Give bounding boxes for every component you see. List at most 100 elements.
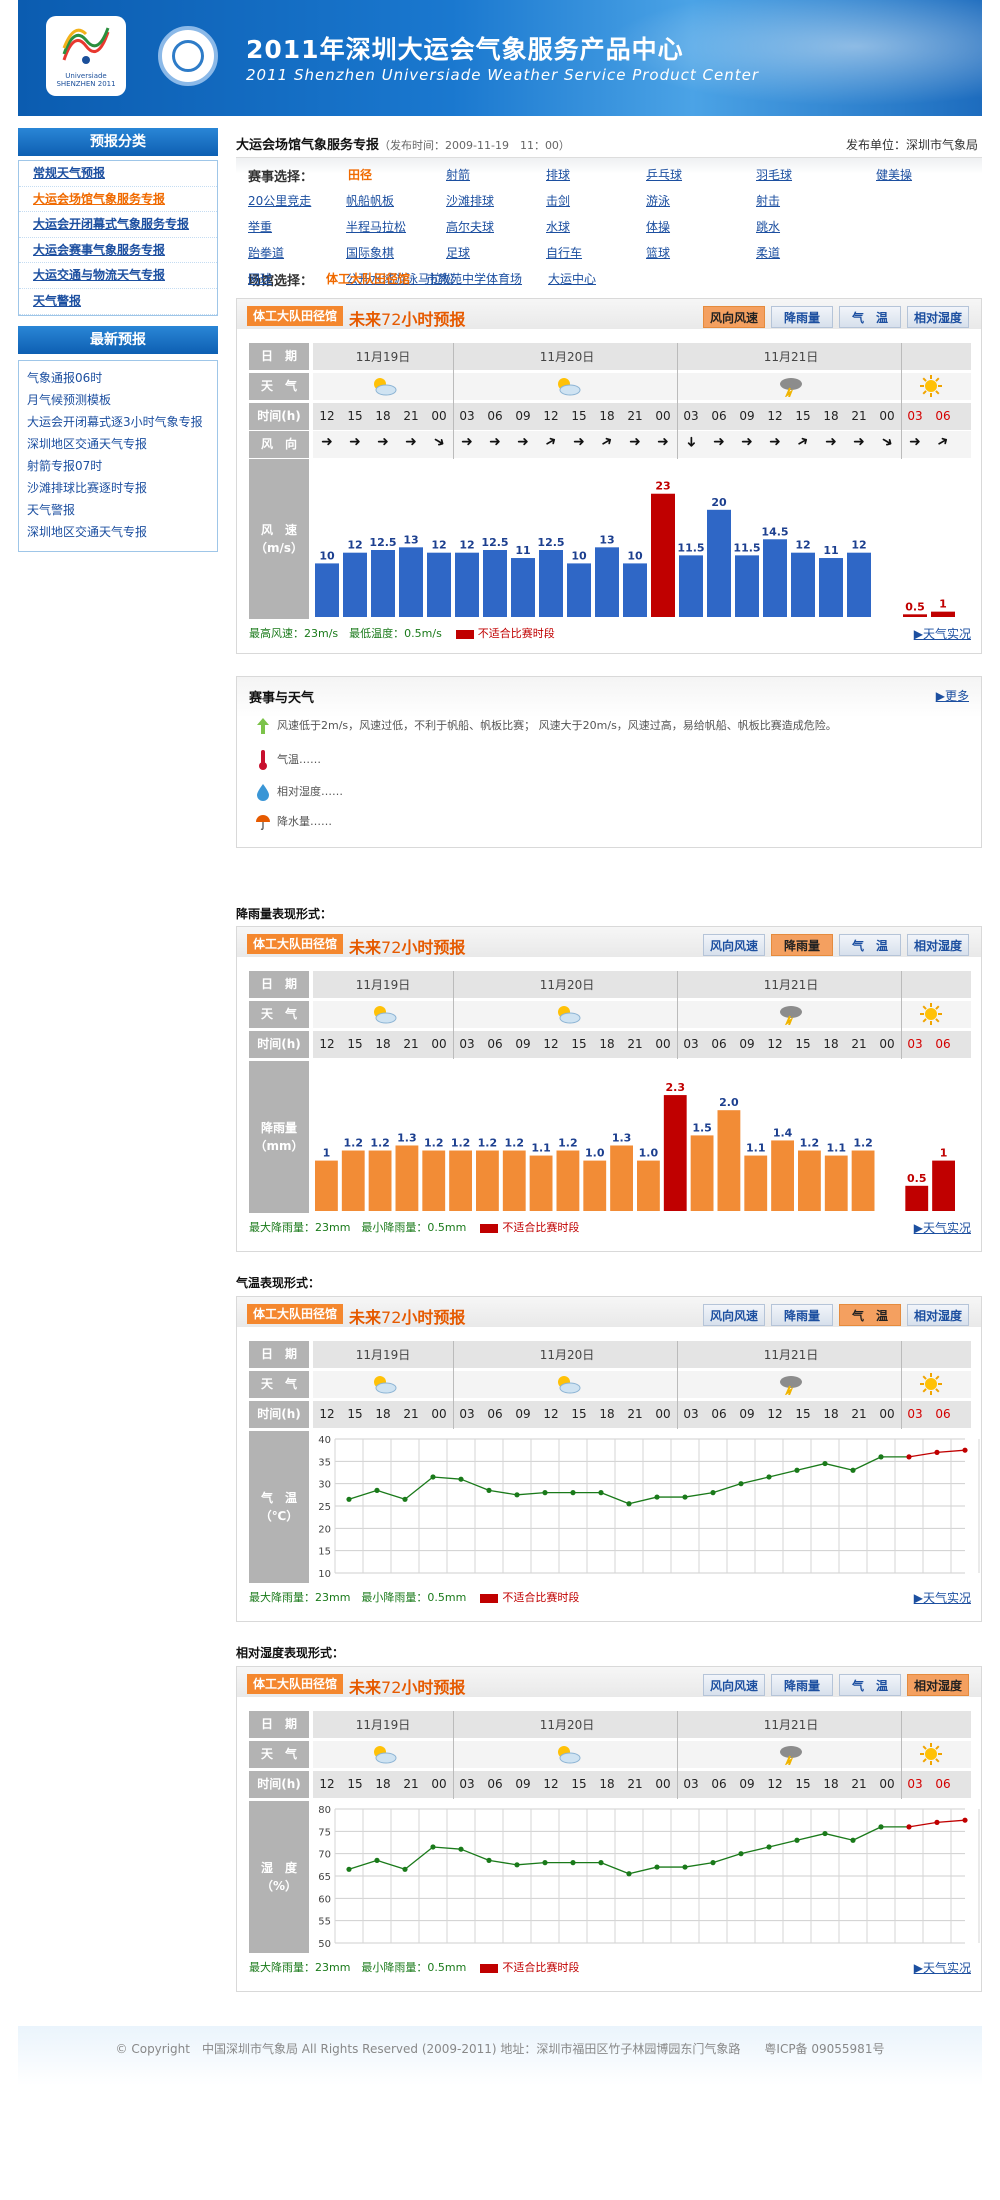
latest-item[interactable]: 气象通报06时 [19,367,217,389]
chart-value-label: 1.1 [531,1142,551,1155]
chart-value-label: 11.5 [677,541,704,554]
event-link[interactable]: 自行车 [546,244,582,261]
event-link[interactable]: 足球 [446,244,470,261]
tab-wind[interactable]: 风向风速 [703,934,765,956]
venue-link[interactable]: 体工大队田径馆 [326,270,410,287]
wind-direction-arrow-icon: ➜ [683,436,699,448]
hour-label: 06 [711,409,727,423]
event-link[interactable]: 体操 [646,218,670,235]
category-item[interactable]: 天气警报 [19,289,217,315]
tab-temp[interactable]: 气 温 [839,1674,901,1696]
day-label: 11月19日 [355,978,411,992]
series-line [684,1491,714,1498]
universiade-logo-text: Universiade SHENZHEN 2011 [56,72,116,88]
weather-live-link[interactable]: ▶天气实况 [914,1959,971,1976]
chart-point [402,1866,408,1872]
latest-item[interactable]: 沙滩排球比赛逐时专报 [19,477,217,499]
event-link[interactable]: 沙滩排球 [446,192,494,209]
event-link[interactable]: 游泳 [646,192,670,209]
event-link[interactable]: 跆拳道 [248,244,284,261]
event-link[interactable]: 帆船帆板 [346,192,394,209]
tab-wind[interactable]: 风向风速 [703,1304,765,1326]
category-item[interactable]: 大运交通与物流天气专报 [19,263,217,289]
event-link[interactable]: 排球 [546,166,570,183]
chart-point [794,1837,800,1843]
chart-bar [932,1160,955,1211]
forecast-title: 未来72小时预报 [349,306,465,330]
chart-value-label: 1.4 [773,1126,793,1139]
hour-label: 00 [879,1407,895,1421]
weather-live-link[interactable]: ▶天气实况 [914,625,971,642]
event-link[interactable]: 射击 [756,192,780,209]
event-link[interactable]: 射箭 [446,166,470,183]
venue-link[interactable]: 大运中心 [548,270,596,287]
event-link[interactable]: 高尔夫球 [446,218,494,235]
chart-point [794,1467,800,1473]
category-item[interactable]: 大运会赛事气象服务专报 [19,238,217,264]
hour-label: 12 [319,1777,335,1791]
event-link[interactable]: 举重 [248,218,272,235]
chart-bar [449,1150,472,1211]
hour-label: 21 [627,1407,643,1421]
tab-rain[interactable]: 降雨量 [771,306,833,328]
series-line [516,1861,546,1866]
category-item[interactable]: 大运会开闭幕式气象服务专报 [19,212,217,238]
event-link[interactable]: 半程马拉松 [346,218,406,235]
event-link[interactable]: 网球 [248,270,272,287]
series-line [740,1846,770,1855]
chart-value-label: 1.2 [344,1137,364,1150]
tab-humidity[interactable]: 相对湿度 [907,1674,969,1696]
row-bg-weather [313,1741,971,1768]
event-link[interactable]: 柔道 [756,244,780,261]
latest-item[interactable]: 天气警报 [19,499,217,521]
tab-humidity[interactable]: 相对湿度 [907,1304,969,1326]
chart-value-label: 1.3 [612,1131,632,1144]
tab-temp[interactable]: 气 温 [839,306,901,328]
category-item[interactable]: 大运会场馆气象服务专报 [19,187,217,213]
event-link[interactable]: 健美操 [876,166,912,183]
event-link[interactable]: 乒乓球 [646,166,682,183]
category-item[interactable]: 常规天气预报 [19,161,217,187]
row-label-weather: 天 气 [249,1371,309,1398]
hour-label: 00 [431,1777,447,1791]
chart-value-label: 1.3 [397,1131,417,1144]
weather-live-link[interactable]: ▶天气实况 [914,1589,971,1606]
hour-label: 18 [823,1407,839,1421]
tab-humidity[interactable]: 相对湿度 [907,934,969,956]
venue-link[interactable]: 市教苑中学体育场 [426,270,522,287]
latest-item[interactable]: 射箭专报07时 [19,455,217,477]
tab-wind[interactable]: 风向风速 [703,1674,765,1696]
event-link[interactable]: 篮球 [646,244,670,261]
latest-item[interactable]: 深圳地区交通天气专报 [19,521,217,543]
latest-item[interactable]: 深圳地区交通天气专报 [19,433,217,455]
weather-live-link[interactable]: ▶天气实况 [914,1219,971,1236]
event-link[interactable]: 击剑 [546,192,570,209]
panel-footnote: 最大降雨量：23mm 最小降雨量：0.5mm 不适合比赛时段 [249,1589,579,1605]
note-temp-text: 气温…… [277,753,321,766]
weather-live-link-label: 天气实况 [922,1961,971,1975]
event-link[interactable]: 跳水 [756,218,780,235]
tab-temp[interactable]: 气 温 [839,934,901,956]
event-label: 赛事选择： [248,170,314,185]
chart-point [906,1824,912,1830]
chart-value-label: 10 [571,549,587,562]
series-line [348,1859,378,1870]
more-link[interactable]: ▶更多 [936,687,969,704]
tab-temp[interactable]: 气 温 [839,1304,901,1326]
event-link[interactable]: 羽毛球 [756,166,792,183]
tab-humidity[interactable]: 相对湿度 [907,306,969,328]
tab-wind[interactable]: 风向风速 [703,306,765,328]
y-tick-label: 65 [318,1872,331,1883]
tab-rain[interactable]: 降雨量 [771,1674,833,1696]
site-header: Universiade SHENZHEN 2011 2011年深圳大运会气象服务… [18,0,982,116]
tab-rain[interactable]: 降雨量 [771,1304,833,1326]
tab-rain[interactable]: 降雨量 [771,934,833,956]
event-link[interactable]: 20公里竞走 [248,192,311,209]
event-link[interactable]: 田径 [348,166,372,183]
latest-item[interactable]: 大运会开闭幕式逐3小时气象专报 [19,411,217,433]
chart-bar [343,552,367,617]
latest-item[interactable]: 月气候预测模板 [19,389,217,411]
event-link[interactable]: 水球 [546,218,570,235]
event-link[interactable]: 国际象棋 [346,244,394,261]
hour-label: 03 [459,1777,475,1791]
